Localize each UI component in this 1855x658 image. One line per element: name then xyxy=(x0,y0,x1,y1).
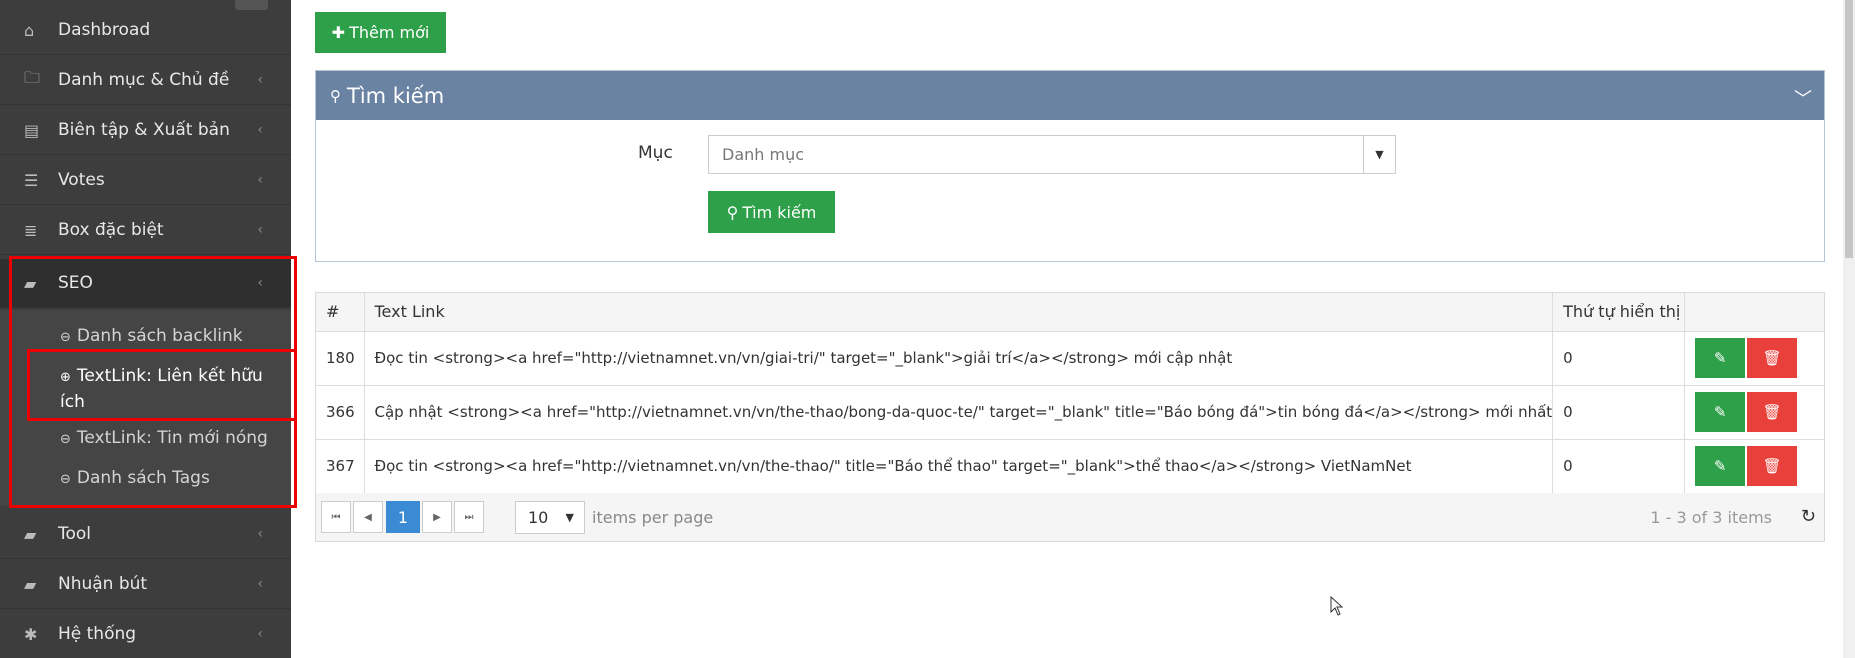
sidebar-item-special-box[interactable]: ≣ Box đặc biệt ‹ xyxy=(0,206,291,255)
delete-button[interactable]: 🗑 xyxy=(1747,338,1798,378)
category-select-value: Danh mục xyxy=(722,145,805,164)
cell-text-link: Đọc tin <strong><a href="http://vietnamn… xyxy=(364,331,1554,386)
add-new-label: Thêm mới xyxy=(349,23,430,42)
refresh-icon[interactable]: ↻ xyxy=(1801,506,1816,527)
sidebar-item-label: Dashbroad xyxy=(58,20,151,40)
cell-id: 180 xyxy=(316,331,365,386)
sidebar-item-label: Nhuận bút xyxy=(58,574,148,594)
sidebar-item-tool[interactable]: ▰ Tool ‹ xyxy=(0,510,291,559)
search-button[interactable]: ⚲ Tìm kiếm xyxy=(708,191,835,233)
home-icon: ⌂ xyxy=(24,20,35,40)
folder-icon: 🗀 xyxy=(24,67,41,87)
sidebar-item-dashboard[interactable]: ⌂ Dashbroad xyxy=(0,6,291,55)
prev-page-button[interactable]: ◀ xyxy=(353,501,383,533)
newspaper-icon: ▤ xyxy=(24,120,40,140)
cell-actions: ✎ 🗑 xyxy=(1684,439,1824,494)
items-per-page-label: items per page xyxy=(592,508,714,527)
search-panel-header[interactable]: ⚲ Tìm kiếm ﹀ xyxy=(316,71,1824,120)
edit-button[interactable]: ✎ xyxy=(1695,392,1746,432)
chevron-down-icon[interactable]: ﹀ xyxy=(1794,85,1812,111)
plus-icon: ✚ xyxy=(331,23,346,42)
dropdown-arrow-icon: ▼ xyxy=(565,511,574,524)
table-header-row: # Text Link Thứ tự hiển thị xyxy=(316,293,1824,332)
textlink-table: # Text Link Thứ tự hiển thị 180 Đọc tin … xyxy=(316,293,1824,494)
mouse-cursor-icon xyxy=(1330,596,1344,616)
chevron-left-icon: ‹ xyxy=(257,526,263,542)
gear-icon: ✱ xyxy=(24,624,38,644)
edit-button[interactable]: ✎ xyxy=(1695,446,1746,486)
category-field-label: Mục xyxy=(638,143,673,163)
cell-text-link: Cập nhật <strong><a href="http://vietnam… xyxy=(364,385,1554,440)
book-icon: ▰ xyxy=(24,574,37,594)
chevron-left-icon: ‹ xyxy=(257,626,263,642)
search-icon: ⚲ xyxy=(330,86,341,105)
search-icon: ⚲ xyxy=(726,202,739,222)
next-page-button[interactable]: ▶ xyxy=(422,501,452,533)
search-panel-title: Tìm kiếm xyxy=(347,83,445,108)
page-scrollbar[interactable] xyxy=(1843,0,1855,658)
category-select[interactable]: Danh mục ▼ xyxy=(708,135,1396,174)
cell-actions: ✎ 🗑 xyxy=(1684,385,1824,440)
edit-button[interactable]: ✎ xyxy=(1695,338,1746,378)
sidebar-item-label: Biên tập & Xuất bản xyxy=(58,120,230,140)
pager: ⏮ ◀ 1 ▶ ⏭ 10 ▼ items per page 1 - 3 of 3… xyxy=(316,493,1824,541)
pager-info: 1 - 3 of 3 items xyxy=(1650,508,1772,527)
sidebar-item-votes[interactable]: ☰ Votes ‹ xyxy=(0,156,291,205)
search-panel: ⚲ Tìm kiếm ﹀ Mục Danh mục ▼ ⚲ Tìm kiếm xyxy=(315,70,1825,262)
add-new-button[interactable]: ✚ Thêm mới xyxy=(315,12,446,53)
cell-display-order: 0 xyxy=(1552,331,1686,386)
dropdown-arrow-icon[interactable]: ▼ xyxy=(1363,136,1395,173)
cell-id: 367 xyxy=(316,439,365,494)
page-size-select[interactable]: 10 ▼ xyxy=(515,501,585,534)
delete-button[interactable]: 🗑 xyxy=(1747,392,1798,432)
cell-actions: ✎ 🗑 xyxy=(1684,331,1824,386)
column-header-display-order[interactable]: Thứ tự hiển thị xyxy=(1552,293,1686,332)
cell-id: 366 xyxy=(316,385,365,440)
list-alt-icon: ☰ xyxy=(24,170,39,190)
sidebar-item-editorial[interactable]: ▤ Biên tập & Xuất bản ‹ xyxy=(0,106,291,155)
sidebar-item-label: Hệ thống xyxy=(58,624,137,644)
sidebar-item-label: Tool xyxy=(58,524,92,544)
page-size-value: 10 xyxy=(528,508,549,527)
sidebar-item-label: Danh mục & Chủ đề xyxy=(58,70,230,90)
search-button-label: Tìm kiếm xyxy=(742,202,817,222)
table-row: 180 Đọc tin <strong><a href="http://viet… xyxy=(316,331,1824,386)
sidebar-item-royalties[interactable]: ▰ Nhuận bút ‹ xyxy=(0,560,291,609)
column-header-id[interactable]: # xyxy=(316,293,365,332)
sidebar-item-categories[interactable]: 🗀 Danh mục & Chủ đề ‹ xyxy=(0,56,291,105)
book-icon: ▰ xyxy=(24,524,37,544)
last-page-button[interactable]: ⏭ xyxy=(454,501,484,533)
column-header-text-link[interactable]: Text Link xyxy=(364,293,1554,332)
chevron-left-icon: ‹ xyxy=(257,222,263,238)
cell-text-link: Đọc tin <strong><a href="http://vietnamn… xyxy=(364,439,1554,494)
scrollbar-thumb[interactable] xyxy=(1845,0,1853,258)
sidebar-item-label: Box đặc biệt xyxy=(58,220,164,240)
delete-button[interactable]: 🗑 xyxy=(1747,446,1798,486)
column-header-actions xyxy=(1684,293,1824,332)
sidebar-item-label: Votes xyxy=(58,170,105,190)
chevron-left-icon: ‹ xyxy=(257,576,263,592)
textlink-highlight-box xyxy=(27,349,297,421)
current-page-button[interactable]: 1 xyxy=(386,501,420,533)
cell-display-order: 0 xyxy=(1552,385,1686,440)
table-row: 366 Cập nhật <strong><a href="http://vie… xyxy=(316,385,1824,440)
chevron-left-icon: ‹ xyxy=(257,72,263,88)
textlink-grid: # Text Link Thứ tự hiển thị 180 Đọc tin … xyxy=(315,292,1825,542)
chevron-left-icon: ‹ xyxy=(257,122,263,138)
list-icon: ≣ xyxy=(24,220,38,240)
sidebar-item-system[interactable]: ✱ Hệ thống ‹ xyxy=(0,610,291,658)
first-page-button[interactable]: ⏮ xyxy=(321,501,351,533)
table-row: 367 Đọc tin <strong><a href="http://viet… xyxy=(316,439,1824,494)
chevron-left-icon: ‹ xyxy=(257,172,263,188)
cell-display-order: 0 xyxy=(1552,439,1686,494)
